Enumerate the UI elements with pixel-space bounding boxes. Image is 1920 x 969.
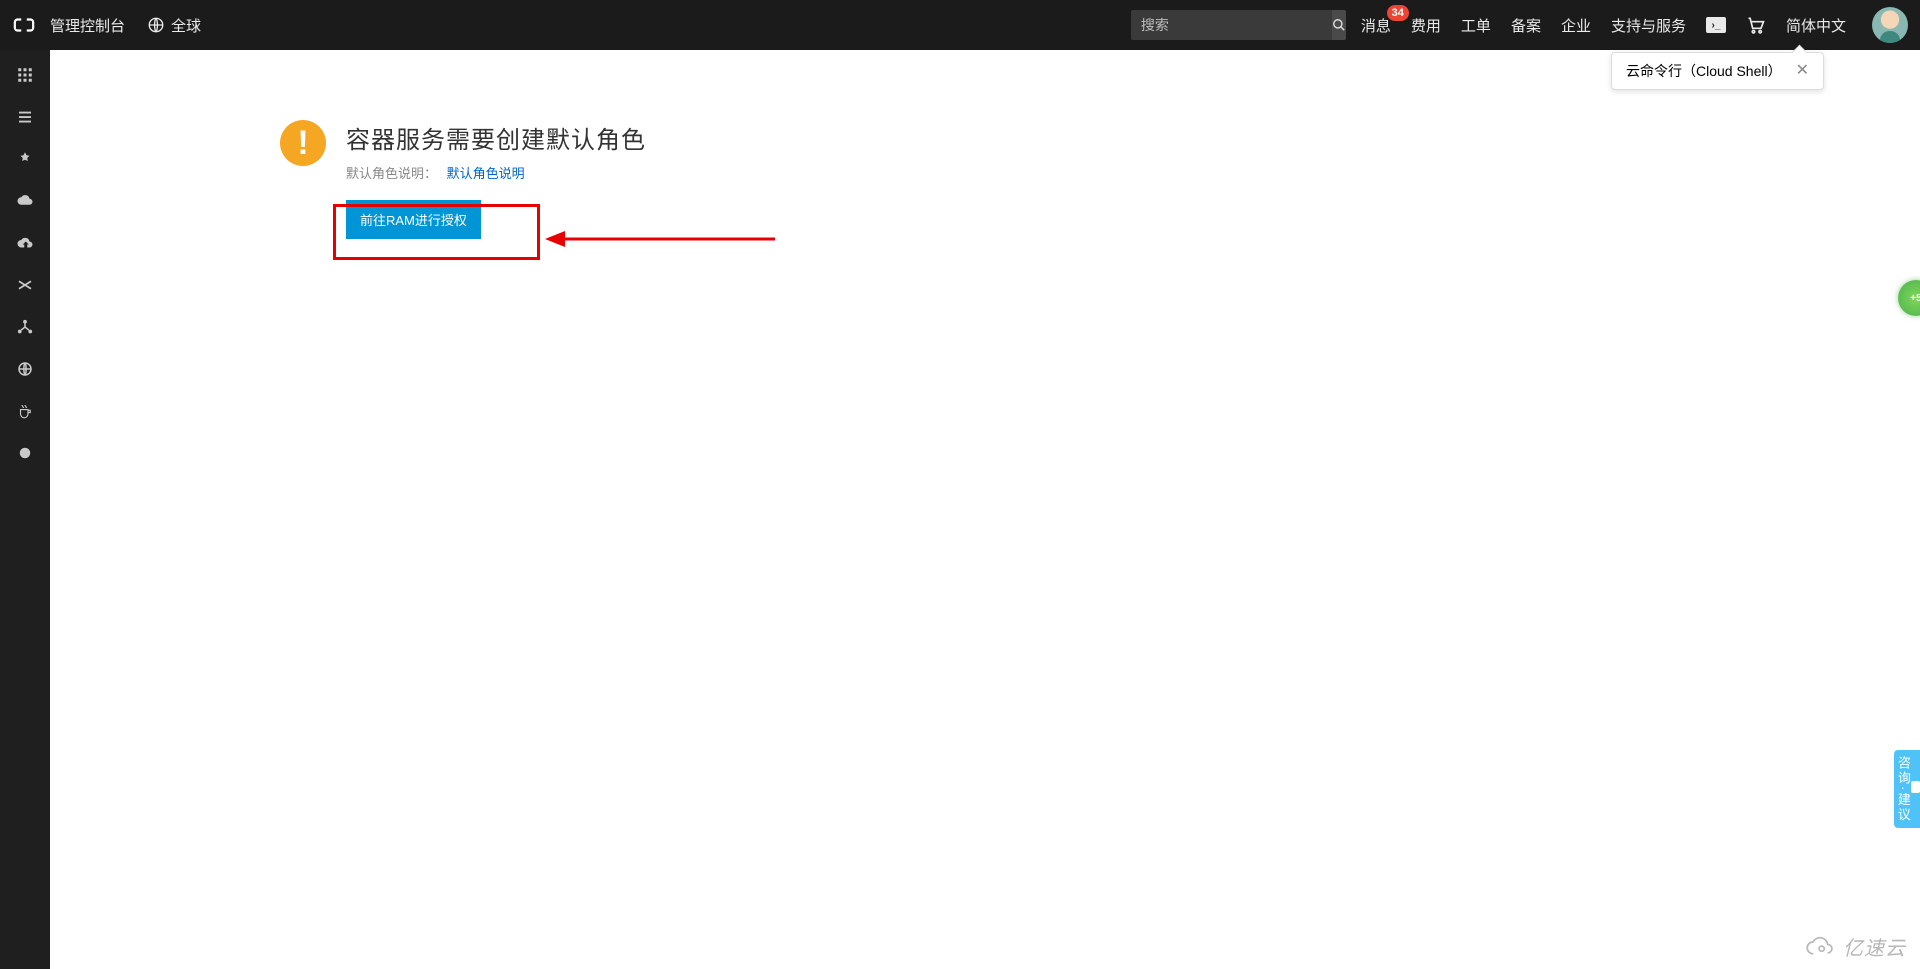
- search-box: [1131, 10, 1341, 40]
- sidebar-cup-icon[interactable]: [6, 398, 44, 424]
- chat-bubble-icon: [1911, 781, 1920, 793]
- nav-support[interactable]: 支持与服务: [1611, 15, 1686, 36]
- sidebar-grid-icon[interactable]: [6, 62, 44, 88]
- search-icon: [1332, 18, 1346, 32]
- sidebar-list-icon[interactable]: [6, 104, 44, 130]
- watermark-text: 亿速云: [1843, 932, 1906, 961]
- notice-link[interactable]: 默认角色说明: [447, 166, 525, 181]
- terminal-icon: ›_: [1706, 17, 1726, 33]
- nav-messages[interactable]: 消息 34: [1361, 15, 1391, 36]
- sidebar-medal-icon[interactable]: [6, 146, 44, 172]
- nav-language[interactable]: 简体中文: [1786, 15, 1846, 36]
- sidebar-shuffle-icon[interactable]: [6, 272, 44, 298]
- console-link[interactable]: 管理控制台: [50, 15, 125, 36]
- search-input[interactable]: [1131, 17, 1332, 33]
- go-ram-auth-button[interactable]: 前往RAM进行授权: [346, 200, 481, 239]
- left-sidebar: [0, 50, 50, 969]
- feedback-tab[interactable]: 咨询·建议: [1894, 750, 1920, 828]
- floating-promo-badge[interactable]: +5: [1898, 280, 1920, 316]
- search-button[interactable]: [1332, 10, 1346, 40]
- notice-subtitle-text: 默认角色说明：: [346, 166, 437, 181]
- top-left-group: 管理控制台 全球: [12, 13, 201, 37]
- warning-icon: !: [280, 120, 326, 166]
- sidebar-globe-small-icon[interactable]: [6, 356, 44, 382]
- notice-body: 容器服务需要创建默认角色 默认角色说明： 默认角色说明 前往RAM进行授权: [346, 120, 646, 239]
- top-header: 管理控制台 全球 消息 34 费用 工单 备案 企业 支持与服务 ›_ 简体中文: [0, 0, 1920, 50]
- user-avatar[interactable]: [1872, 7, 1908, 43]
- watermark-cloud-icon: [1803, 936, 1837, 958]
- tooltip-label: 云命令行（Cloud Shell）: [1626, 61, 1782, 81]
- messages-badge: 34: [1387, 5, 1409, 21]
- sidebar-cloud-icon[interactable]: [6, 188, 44, 214]
- region-label: 全球: [171, 15, 201, 36]
- tooltip-close-button[interactable]: ✕: [1796, 63, 1809, 79]
- top-right-group: 消息 34 费用 工单 备案 企业 支持与服务 ›_ 简体中文: [1131, 7, 1908, 43]
- notice-title: 容器服务需要创建默认角色: [346, 120, 646, 155]
- nav-enterprise[interactable]: 企业: [1561, 15, 1591, 36]
- main-content: ! 容器服务需要创建默认角色 默认角色说明： 默认角色说明 前往RAM进行授权 …: [50, 50, 1920, 969]
- cloud-shell-tooltip: 云命令行（Cloud Shell） ✕: [1611, 52, 1824, 90]
- cart-button[interactable]: [1746, 16, 1766, 34]
- cart-icon: [1746, 15, 1766, 35]
- nav-tickets[interactable]: 工单: [1461, 15, 1491, 36]
- nav-icp[interactable]: 备案: [1511, 15, 1541, 36]
- sidebar-cloud-upload-icon[interactable]: [6, 230, 44, 256]
- sidebar-circle-icon[interactable]: [6, 440, 44, 466]
- cloud-shell-button[interactable]: ›_: [1706, 16, 1726, 34]
- brand-logo-icon[interactable]: [12, 13, 36, 37]
- notice-subtitle: 默认角色说明： 默认角色说明: [346, 163, 646, 182]
- watermark: 亿速云: [1803, 932, 1906, 961]
- nav-messages-label: 消息: [1361, 18, 1391, 35]
- sidebar-nodes-icon[interactable]: [6, 314, 44, 340]
- feedback-label: 咨询·建议: [1894, 756, 1911, 822]
- nav-billing[interactable]: 费用: [1411, 15, 1441, 36]
- globe-icon: [147, 16, 165, 34]
- region-selector[interactable]: 全球: [147, 15, 201, 36]
